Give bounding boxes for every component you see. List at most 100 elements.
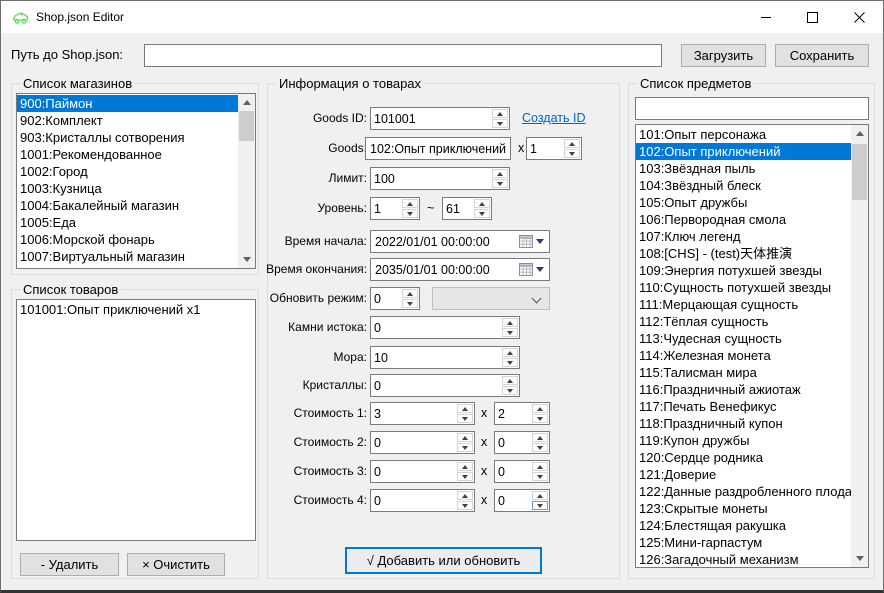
spin-up-icon[interactable] bbox=[564, 139, 580, 148]
crystals-spinner[interactable] bbox=[370, 374, 520, 397]
list-item[interactable]: 108:[CHS] - (test)天体推演 bbox=[636, 245, 851, 262]
spin-up-icon[interactable] bbox=[474, 199, 490, 208]
spin-down-icon[interactable] bbox=[492, 179, 508, 188]
cost2-item-spinner[interactable] bbox=[370, 431, 475, 454]
list-item[interactable]: 900:Паймон bbox=[17, 95, 238, 112]
goods-id-input[interactable] bbox=[371, 108, 491, 129]
cost4-count-spinner[interactable] bbox=[494, 489, 550, 512]
goods-input[interactable] bbox=[365, 137, 511, 160]
list-item[interactable]: 126:Загадочный механизм bbox=[636, 551, 851, 566]
spin-down-icon[interactable] bbox=[492, 119, 508, 128]
spin-up-icon[interactable] bbox=[502, 348, 518, 357]
cost4-item-spinner[interactable] bbox=[370, 489, 475, 512]
end-time-input[interactable] bbox=[371, 263, 519, 277]
cost3-item-spinner[interactable] bbox=[370, 460, 475, 483]
close-button[interactable] bbox=[836, 1, 883, 33]
crystals-input[interactable] bbox=[371, 375, 501, 396]
cost4-count-input[interactable] bbox=[495, 490, 531, 511]
spin-down-icon[interactable] bbox=[457, 414, 473, 423]
spin-down-icon[interactable] bbox=[502, 328, 518, 337]
end-time-picker[interactable] bbox=[370, 258, 550, 281]
refresh-mode-input[interactable] bbox=[371, 288, 401, 309]
spin-up-icon[interactable] bbox=[492, 109, 508, 118]
limit-input[interactable] bbox=[371, 168, 491, 189]
clear-goods-button[interactable]: × Очистить bbox=[127, 553, 225, 576]
add-or-update-button[interactable]: √ Добавить или обновить bbox=[345, 547, 542, 574]
spin-down-icon[interactable] bbox=[457, 472, 473, 481]
cost2-count-input[interactable] bbox=[495, 432, 531, 453]
list-item[interactable]: 113:Чудесная сущность bbox=[636, 330, 851, 347]
cost3-count-spinner[interactable] bbox=[494, 460, 550, 483]
list-item[interactable]: 123:Скрытые монеты bbox=[636, 500, 851, 517]
item-listbox[interactable]: 101:Опыт персонажа102:Опыт приключений 10… bbox=[635, 124, 869, 568]
calendar-dropdown[interactable] bbox=[519, 263, 549, 276]
list-item[interactable]: 125:Мини-гарпастум bbox=[636, 534, 851, 551]
spin-up-icon[interactable] bbox=[457, 433, 473, 442]
list-item[interactable]: 903:Кристаллы сотворения bbox=[17, 129, 238, 146]
level-min-input[interactable] bbox=[371, 198, 401, 219]
spin-up-icon[interactable] bbox=[492, 169, 508, 178]
list-item[interactable]: 111:Мерцающая сущность bbox=[636, 296, 851, 313]
list-item[interactable]: 1002:Город bbox=[17, 163, 238, 180]
spin-down-icon[interactable] bbox=[502, 386, 518, 395]
load-button[interactable]: Загрузить bbox=[681, 44, 766, 67]
calendar-dropdown[interactable] bbox=[519, 235, 549, 248]
save-button[interactable]: Сохранить bbox=[775, 44, 869, 67]
spin-down-icon[interactable] bbox=[532, 443, 548, 452]
spin-down-icon[interactable] bbox=[502, 358, 518, 367]
spin-up-icon[interactable] bbox=[402, 199, 418, 208]
path-input[interactable] bbox=[144, 44, 662, 67]
list-item[interactable]: 118:Праздничный купон bbox=[636, 415, 851, 432]
limit-spinner[interactable] bbox=[370, 167, 510, 190]
goods-count-input[interactable] bbox=[527, 138, 563, 159]
cost1-count-input[interactable] bbox=[495, 403, 531, 424]
spin-up-icon[interactable] bbox=[532, 462, 548, 471]
spin-down-icon[interactable] bbox=[564, 149, 580, 158]
start-time-picker[interactable] bbox=[370, 230, 550, 253]
list-item[interactable]: 121:Доверие bbox=[636, 466, 851, 483]
refresh-mode-spinner[interactable] bbox=[370, 287, 420, 310]
spin-down-icon[interactable] bbox=[532, 414, 548, 423]
start-time-input[interactable] bbox=[371, 235, 519, 249]
goods-count-spinner[interactable] bbox=[526, 137, 582, 160]
item-list-scrollbar[interactable] bbox=[851, 125, 868, 567]
list-item[interactable]: 117:Печать Венефикус bbox=[636, 398, 851, 415]
primogems-input[interactable] bbox=[371, 317, 501, 338]
cost3-item-input[interactable] bbox=[371, 461, 456, 482]
spin-up-icon[interactable] bbox=[532, 404, 548, 413]
mora-spinner[interactable] bbox=[370, 346, 520, 369]
scroll-down-icon[interactable] bbox=[851, 550, 868, 567]
list-item[interactable]: 1004:Бакалейный магазин bbox=[17, 197, 238, 214]
list-item[interactable]: 1003:Кузница bbox=[17, 180, 238, 197]
list-item[interactable]: 120:Сердце родника bbox=[636, 449, 851, 466]
spin-down-icon[interactable] bbox=[457, 501, 473, 510]
list-item[interactable]: 114:Железная монета bbox=[636, 347, 851, 364]
spin-up-icon[interactable] bbox=[502, 318, 518, 327]
list-item[interactable]: 104:Звёздный блеск bbox=[636, 177, 851, 194]
spin-down-icon[interactable] bbox=[402, 299, 418, 308]
cost3-count-input[interactable] bbox=[495, 461, 531, 482]
spin-up-icon[interactable] bbox=[457, 462, 473, 471]
cost2-count-spinner[interactable] bbox=[494, 431, 550, 454]
list-item[interactable]: 124:Блестящая ракушка bbox=[636, 517, 851, 534]
level-max-input[interactable] bbox=[443, 198, 473, 219]
cost1-item-input[interactable] bbox=[371, 403, 456, 424]
spin-up-icon[interactable] bbox=[457, 491, 473, 500]
list-item[interactable]: 119:Купон дружбы bbox=[636, 432, 851, 449]
cost1-item-spinner[interactable] bbox=[370, 402, 475, 425]
list-item[interactable]: 109:Энергия потухшей звезды bbox=[636, 262, 851, 279]
spin-up-icon[interactable] bbox=[402, 289, 418, 298]
primogems-spinner[interactable] bbox=[370, 316, 520, 339]
list-item[interactable]: 110:Сущность потухшей звезды bbox=[636, 279, 851, 296]
spin-up-icon[interactable] bbox=[457, 404, 473, 413]
list-item[interactable]: 101:Опыт персонажа bbox=[636, 126, 851, 143]
item-search-input[interactable] bbox=[635, 97, 869, 120]
list-item[interactable]: 102:Опыт приключений bbox=[636, 143, 851, 160]
minimize-button[interactable] bbox=[742, 1, 789, 33]
goods-id-spinner[interactable] bbox=[370, 107, 510, 130]
spin-down-icon[interactable] bbox=[532, 501, 548, 510]
list-item[interactable]: 112:Тёплая сущность bbox=[636, 313, 851, 330]
spin-up-icon[interactable] bbox=[532, 433, 548, 442]
mora-input[interactable] bbox=[371, 347, 501, 368]
list-item[interactable]: 115:Талисман мира bbox=[636, 364, 851, 381]
